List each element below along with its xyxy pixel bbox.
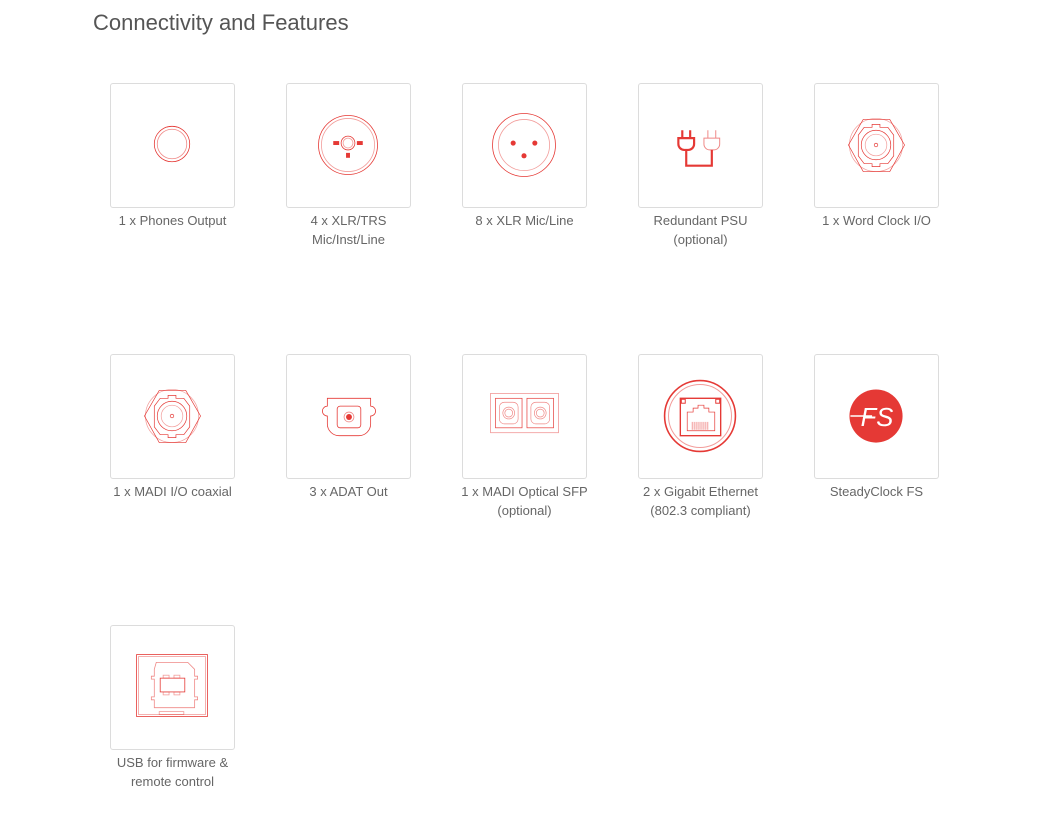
usb-b-icon (136, 654, 208, 717)
feature-xlr-trs[interactable]: 4 x XLR/TRS Mic/Inst/Line (286, 83, 411, 249)
feature-madi-optical-sfp[interactable]: 1 x MADI Optical SFP (optional) (461, 354, 588, 520)
feature-madi-coaxial[interactable]: 1 x MADI I/O coaxial (110, 354, 235, 520)
phones-jack-icon (153, 125, 191, 163)
feature-label: 2 x Gigabit Ethernet (802.3 compliant) (643, 484, 758, 518)
feature-tile (110, 625, 235, 750)
feature-phones-output[interactable]: 1 x Phones Output (110, 83, 235, 249)
feature-tile (110, 354, 235, 479)
feature-word-clock[interactable]: 1 x Word Clock I/O (814, 83, 939, 249)
optical-toslink-icon (322, 397, 376, 437)
feature-tile: FS (814, 354, 939, 479)
bnc-icon (848, 118, 905, 172)
feature-label: 3 x ADAT Out (309, 484, 388, 499)
feature-xlr[interactable]: 8 x XLR Mic/Line (462, 83, 587, 249)
feature-tile (286, 354, 411, 479)
feature-label: 4 x XLR/TRS Mic/Inst/Line (310, 213, 387, 247)
feature-redundant-psu[interactable]: Redundant PSU (optional) (638, 83, 763, 249)
feature-adat-out[interactable]: 3 x ADAT Out (286, 354, 411, 520)
xlr-trs-combo-icon (318, 115, 378, 175)
svg-text:FS: FS (861, 404, 894, 432)
power-plug-icon (677, 130, 721, 167)
xlr-icon (492, 113, 556, 177)
feature-label: Redundant PSU (optional) (653, 213, 748, 247)
bnc-coax-icon (144, 389, 201, 443)
feature-label: 1 x Word Clock I/O (822, 213, 931, 228)
feature-label: SteadyClock FS (829, 484, 924, 499)
feature-label: 1 x MADI I/O coaxial (113, 484, 232, 499)
feature-tile (462, 354, 587, 479)
feature-label: 1 x MADI Optical SFP (optional) (461, 484, 588, 518)
feature-label: USB for firmware & remote control (116, 755, 229, 789)
feature-tile (814, 83, 939, 208)
feature-tile (110, 83, 235, 208)
feature-tile (286, 83, 411, 208)
feature-tile (638, 83, 763, 208)
feature-label: 1 x Phones Output (118, 213, 227, 228)
ethernet-rj45-icon (663, 379, 737, 453)
page-title: Connectivity and Features (93, 10, 349, 35)
feature-usb[interactable]: USB for firmware & remote control (110, 625, 235, 791)
features-grid: 1 x Phones Output 4 x XLR/TRS Mic/Inst/Li… (110, 83, 939, 791)
sfp-optical-icon (490, 393, 559, 434)
feature-steadyclock-fs[interactable]: FS SteadyClock FS (814, 354, 939, 520)
feature-tile (638, 354, 763, 479)
feature-label: 8 x XLR Mic/Line (475, 213, 574, 228)
feature-tile (462, 83, 587, 208)
feature-gigabit-ethernet[interactable]: 2 x Gigabit Ethernet (802.3 compliant) (638, 354, 763, 520)
steadyclock-fs-icon: FS (849, 389, 903, 443)
